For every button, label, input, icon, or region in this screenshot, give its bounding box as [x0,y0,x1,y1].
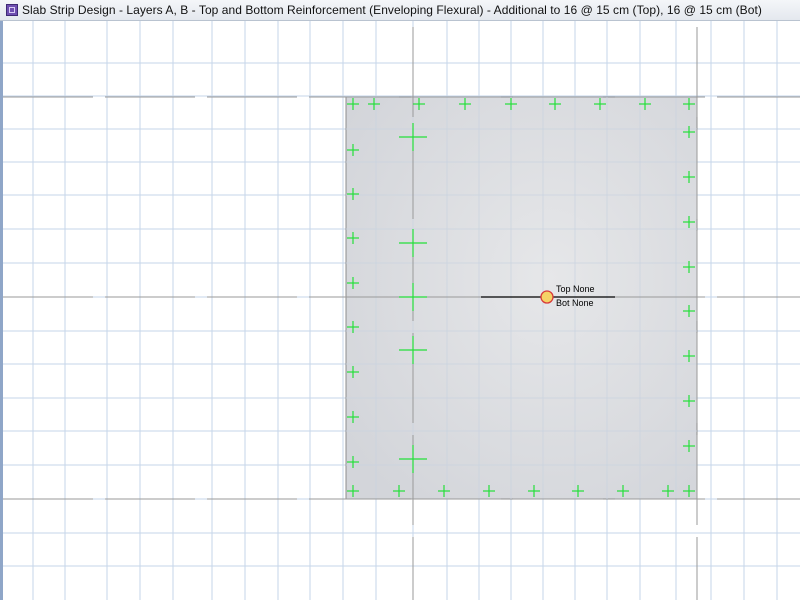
app-icon [6,4,18,16]
strip-bot-label: Bot None [556,298,594,308]
strip-top-label: Top None [556,284,595,294]
drawing-canvas[interactable]: Top None Bot None [3,21,800,600]
window-titlebar: Slab Strip Design - Layers A, B - Top an… [0,0,800,21]
window-title: Slab Strip Design - Layers A, B - Top an… [22,3,762,17]
plan-view[interactable] [3,21,800,600]
strip-point-marker[interactable] [540,290,554,304]
slab-area[interactable] [345,96,698,500]
